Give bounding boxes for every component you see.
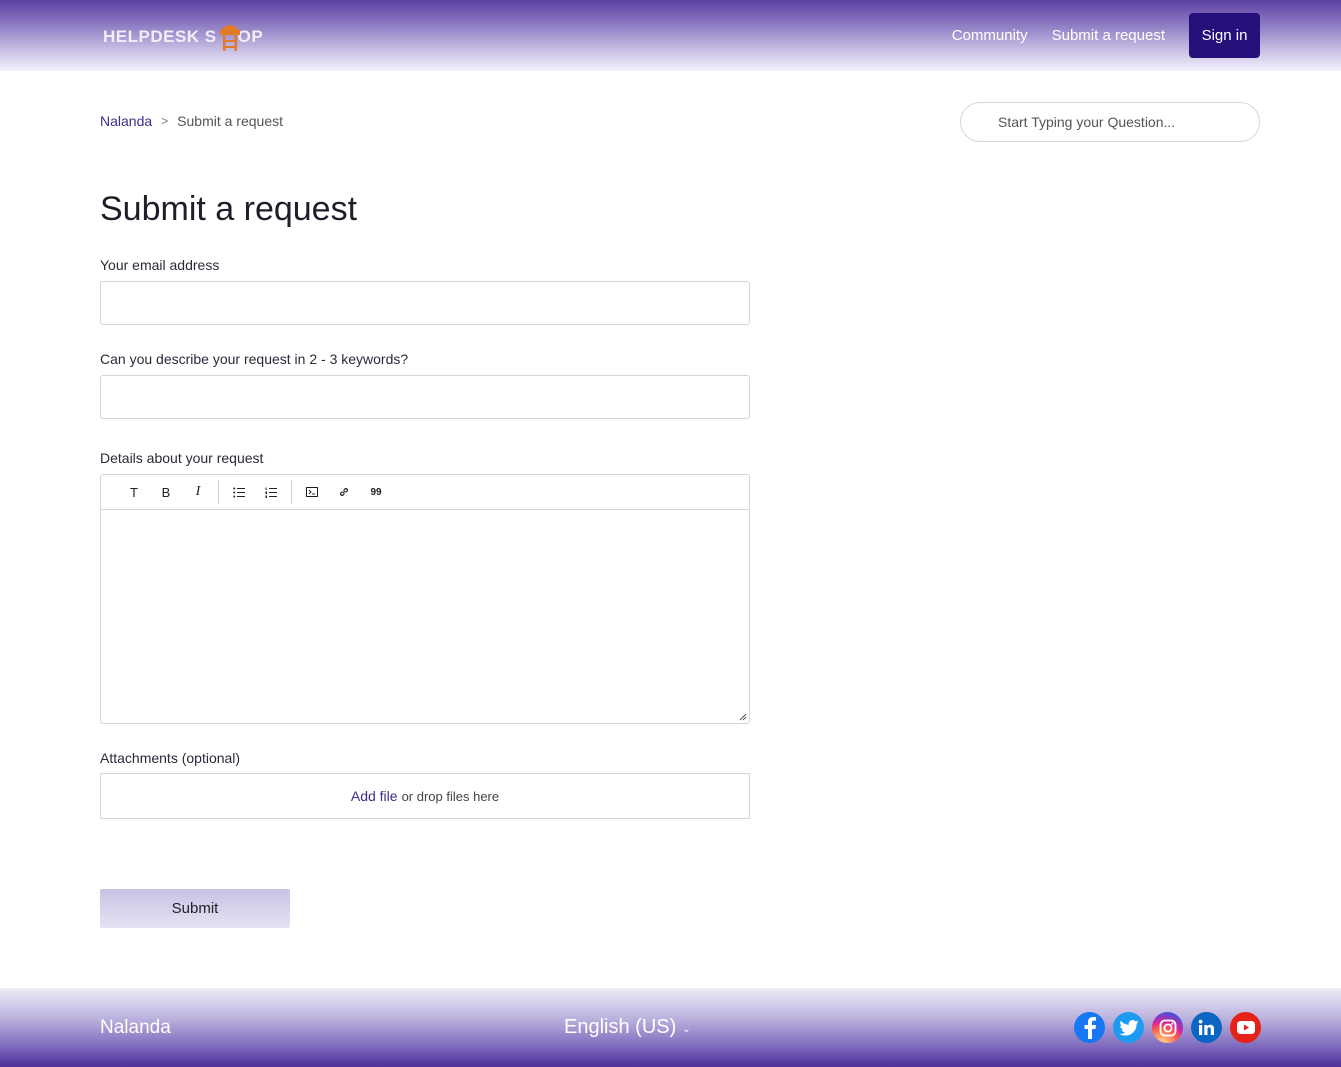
link-icon[interactable]	[328, 480, 360, 504]
details-editor[interactable]: T B I 99	[100, 474, 750, 724]
nav-submit-request[interactable]: Submit a request	[1052, 27, 1165, 44]
editor-toolbar: T B I 99	[101, 475, 749, 510]
youtube-icon[interactable]	[1230, 1012, 1261, 1043]
bold-icon[interactable]: B	[150, 480, 182, 504]
language-selector[interactable]: English (US) ⌄	[564, 1016, 691, 1039]
numbered-list-icon[interactable]	[255, 480, 287, 504]
footer-brand[interactable]: Nalanda	[100, 1017, 171, 1039]
language-label: English (US)	[564, 1016, 677, 1038]
details-label: Details about your request	[100, 450, 264, 466]
email-label: Your email address	[100, 257, 220, 273]
add-file-link[interactable]: Add file	[351, 788, 398, 804]
logo-text-right: OP	[237, 27, 264, 46]
submit-button[interactable]: Submit	[100, 889, 290, 928]
site-footer: Nalanda English (US) ⌄	[0, 988, 1341, 1067]
linkedin-icon[interactable]	[1191, 1012, 1222, 1043]
keywords-label: Can you describe your request in 2 - 3 k…	[100, 351, 409, 367]
helpdesk-shop-logo[interactable]: HELPDESK S OP	[103, 22, 263, 52]
logo-text-left: HELPDESK S	[103, 27, 217, 46]
breadcrumb-separator: >	[161, 114, 169, 128]
attachments-dropzone[interactable]: Add file or drop files here	[100, 773, 750, 819]
breadcrumb: Nalanda > Submit a request	[100, 113, 283, 129]
social-links	[1074, 1012, 1261, 1043]
top-nav: Community Submit a request Sign in	[952, 13, 1260, 58]
page-title: Submit a request	[100, 190, 358, 228]
chevron-down-icon: ⌄	[682, 1023, 691, 1035]
nav-community[interactable]: Community	[952, 27, 1028, 44]
quote-icon[interactable]: 99	[360, 480, 392, 504]
breadcrumb-root[interactable]: Nalanda	[100, 113, 152, 129]
drop-files-text: or drop files here	[401, 788, 500, 804]
search-input[interactable]	[960, 102, 1260, 142]
code-block-icon[interactable]	[296, 480, 328, 504]
facebook-icon[interactable]	[1074, 1012, 1105, 1043]
hut-icon	[219, 22, 241, 52]
bulleted-list-icon[interactable]	[223, 480, 255, 504]
toolbar-divider	[291, 480, 292, 504]
twitter-icon[interactable]	[1113, 1012, 1144, 1043]
toolbar-divider	[218, 480, 219, 504]
site-header: HELPDESK S OP Community Submit a request…	[0, 0, 1341, 71]
resize-handle-icon[interactable]	[739, 713, 747, 721]
sign-in-button[interactable]: Sign in	[1189, 13, 1260, 58]
attachments-label: Attachments (optional)	[100, 750, 241, 766]
breadcrumb-current: Submit a request	[177, 113, 284, 129]
keywords-field[interactable]	[100, 375, 750, 419]
text-format-icon[interactable]: T	[118, 480, 150, 504]
italic-icon[interactable]: I	[182, 480, 214, 504]
instagram-icon[interactable]	[1152, 1012, 1183, 1043]
email-field[interactable]	[100, 281, 750, 325]
